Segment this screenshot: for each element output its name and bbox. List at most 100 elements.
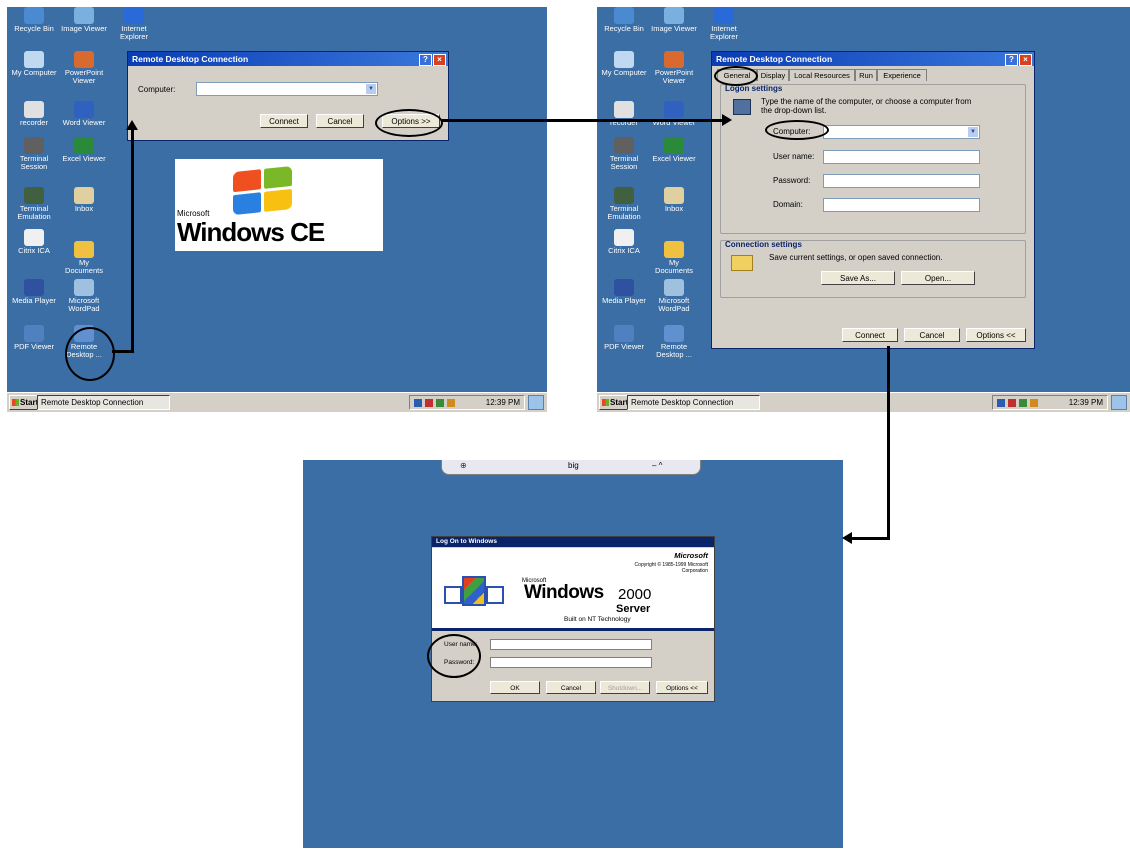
username-field[interactable] [490,639,652,650]
save-as-button[interactable]: Save As... [821,271,895,285]
desktop-icon[interactable]: PDF Viewer [601,325,647,351]
windows-logo-icon [444,576,504,610]
cancel-button[interactable]: Cancel [316,114,364,128]
desktop-app-icon [24,187,44,204]
desktop-icon[interactable]: Image Viewer [61,7,107,33]
desktop-icon[interactable]: Citrix ICA [601,229,647,255]
desktop-icon[interactable]: My Computer [601,51,647,77]
arrowhead-up-icon [126,120,138,130]
desktop-icon[interactable]: Media Player [601,279,647,305]
desktop-icon[interactable]: Internet Explorer [701,7,747,41]
desktop-icon[interactable]: Word Viewer [61,101,107,127]
help-icon[interactable]: ? [419,54,432,66]
window-title: Log On to Windows [436,538,497,545]
desktop-icon[interactable]: PowerPoint Viewer [651,51,697,85]
options-button[interactable]: Options << [966,328,1026,342]
system-tray: 12:39 PM [409,395,525,410]
desktop-icon[interactable]: Excel Viewer [61,137,107,163]
taskbar-item-rdc[interactable]: Remote Desktop Connection [37,395,170,410]
show-desktop-icon[interactable] [528,395,544,410]
tab-general[interactable]: General [717,69,757,81]
password-field[interactable] [490,657,652,668]
desktop-icon-label: Inbox [74,204,94,213]
desktop-icon[interactable]: Remote Desktop ... [651,325,697,359]
cancel-button[interactable]: Cancel [546,681,596,694]
tab-display[interactable]: Display [757,69,789,81]
password-field[interactable] [823,174,980,188]
chevron-down-icon[interactable]: ▼ [366,84,376,94]
close-icon[interactable]: × [1019,54,1032,66]
tab-local-resources[interactable]: Local Resources [789,69,855,81]
desktop-icon[interactable]: Word Viewer [651,101,697,127]
desktop-icon[interactable]: My Documents [61,241,107,275]
desktop-icon[interactable]: Inbox [61,187,107,213]
desktop-icon[interactable]: Terminal Session [11,137,57,171]
options-button[interactable]: Options << [656,681,708,694]
open-button[interactable]: Open... [901,271,975,285]
desktop-icon-label: Media Player [602,296,646,305]
desktop-icon[interactable]: Recycle Bin [11,7,57,33]
desktop-icon[interactable]: Media Player [11,279,57,305]
desktop-icon-label: My Computer [601,68,647,77]
desktop-icon-label: PowerPoint Viewer [654,68,694,85]
desktop-icon[interactable]: Recycle Bin [601,7,647,33]
computer-combo[interactable]: ▼ [196,82,378,96]
desktop-app-icon [74,241,94,258]
desktop-app-icon [614,187,634,204]
desktop-icon[interactable]: Excel Viewer [651,137,697,163]
desktop-app-icon [74,137,94,154]
desktop-icon[interactable]: Internet Explorer [111,7,157,41]
computer-combo[interactable]: ▼ [823,125,980,139]
desktop-app-icon [614,229,634,246]
desktop-icon[interactable]: Remote Desktop ... [61,325,107,359]
desktop-app-icon [74,51,94,68]
desktop-icon[interactable]: Terminal Session [601,137,647,171]
connection-description: Save current settings, or open saved con… [769,253,943,262]
desktop-icon-label: PDF Viewer [14,342,54,351]
desktop-app-icon [614,7,634,24]
username-field[interactable] [823,150,980,164]
help-icon[interactable]: ? [1005,54,1018,66]
desktop-icon[interactable]: My Documents [651,241,697,275]
cancel-button[interactable]: Cancel [904,328,960,342]
desktop-icon[interactable]: Microsoft WordPad [651,279,697,313]
pin-icon[interactable]: ⊕ [460,461,467,470]
desktop-icon[interactable]: PDF Viewer [11,325,57,351]
desktop-icon[interactable]: Terminal Emulation [601,187,647,221]
desktop-icon-label: Internet Explorer [710,24,738,41]
desktop-icon-label: My Documents [655,258,693,275]
chevron-down-icon[interactable]: ▼ [968,127,978,137]
ok-button[interactable]: OK [490,681,540,694]
desktop-app-icon [24,229,44,246]
taskbar: Start Remote Desktop Connection 12:39 PM [7,392,547,412]
connect-button[interactable]: Connect [260,114,308,128]
desktop-icon[interactable]: Microsoft WordPad [61,279,107,313]
desktop-icon[interactable]: Terminal Emulation [11,187,57,221]
desktop-icon[interactable]: Inbox [651,187,697,213]
taskbar-item-rdc[interactable]: Remote Desktop Connection [627,395,760,410]
connection-bar-controls[interactable]: – ^ [652,461,662,470]
show-desktop-icon[interactable] [1111,395,1127,410]
desktop-icon[interactable]: PowerPoint Viewer [61,51,107,85]
connection-bar: ⊕ big – ^ [441,460,701,475]
desktop-icon-label: Terminal Session [19,154,49,171]
close-icon[interactable]: × [433,54,446,66]
desktop-icon[interactable]: Citrix ICA [11,229,57,255]
desktop-app-icon [74,101,94,118]
rdc-big-titlebar: Remote Desktop Connection ? × [712,52,1034,66]
connect-button[interactable]: Connect [842,328,898,342]
domain-label: Domain: [773,200,803,209]
tab-experience[interactable]: Experience [877,69,927,81]
desktop-icon-label: Word Viewer [62,118,106,127]
domain-field[interactable] [823,198,980,212]
desktop-app-icon [124,7,144,24]
desktop-icon[interactable]: recorder [601,101,647,127]
desktop-icon[interactable]: recorder [11,101,57,127]
desktop-icon[interactable]: My Computer [11,51,57,77]
window-title: Remote Desktop Connection [716,54,833,64]
options-button[interactable]: Options >> [382,114,440,128]
desktop-icon[interactable]: Image Viewer [651,7,697,33]
arrowhead-left-icon [842,532,852,544]
tab-run[interactable]: Run [855,69,877,81]
logon-titlebar: Log On to Windows [432,537,714,547]
